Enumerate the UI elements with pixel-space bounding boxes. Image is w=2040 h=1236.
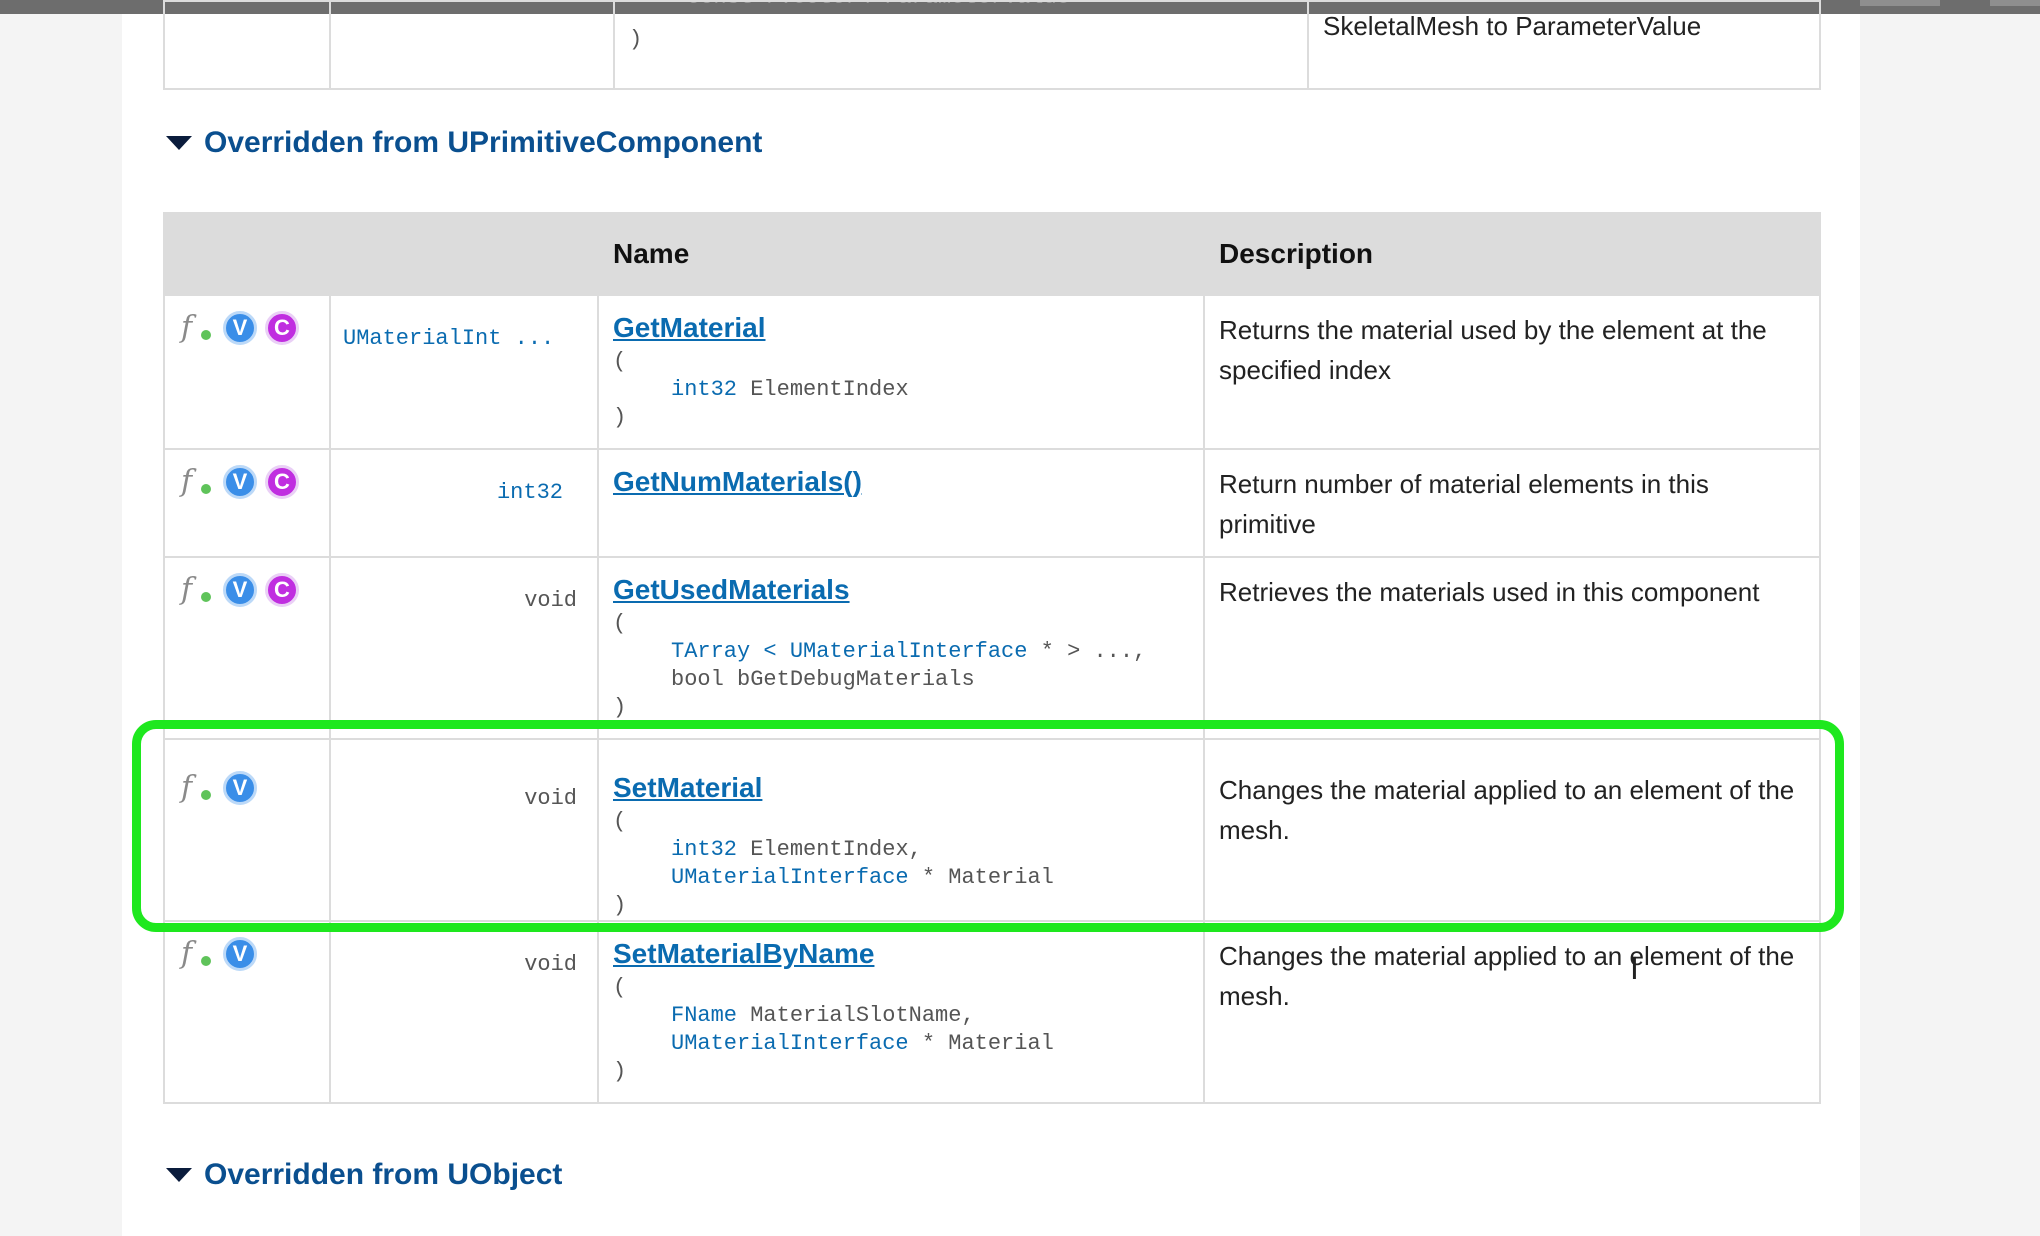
function-link-getusedmaterials[interactable]: GetUsedMaterials [613,574,1193,606]
param-line: TArray < UMaterialInterface * > ..., [671,639,1147,664]
virtual-icon: V [223,573,257,607]
return-type: UMaterialInt ... [329,294,599,450]
icon-cell: f V [163,920,331,1104]
return-type: void [329,556,599,740]
table-row: f V void SetMaterialByName ( FName Mater… [163,920,1821,1104]
table-row: f V C int32 GetNumMaterials() Return num… [163,448,1821,558]
const-icon: C [265,573,299,607]
const-icon: C [265,465,299,499]
top-bar-tab [1990,0,2040,6]
highlight-box [132,720,1844,932]
table-row: f V C void GetUsedMaterials ( TArray < U… [163,556,1821,740]
close-paren: ) [613,695,627,720]
section-title: Overridden from UPrimitiveComponent [204,126,763,159]
previous-functions-table: const FVector4 ParameterValue ) Skeletal… [163,0,1821,90]
return-type: void [329,920,599,1104]
close-paren: ) [613,405,627,430]
function-icon: f [181,310,215,346]
param-line: FName MaterialSlotName, [671,1003,975,1028]
return-type: int32 [329,448,599,558]
section-title: Overridden from UObject [204,1158,563,1191]
text-cursor-icon: I [1630,952,1639,987]
icon-cell: f V C [163,448,331,558]
virtual-icon: V [223,465,257,499]
function-link-getmaterial[interactable]: GetMaterial [613,312,1193,344]
close-paren: ) [629,27,643,52]
table-header-row: Name Description [163,212,1821,296]
description: Retrieves the materials used in this com… [1203,556,1821,740]
open-paren: ( [613,611,627,636]
virtual-icon: V [223,937,257,971]
icon-cell: f V C [163,294,331,450]
name-cell: const FVector4 ParameterValue ) [613,0,1309,90]
close-paren: ) [613,1059,627,1084]
top-bar-tab [1860,0,1940,6]
function-icon: f [181,936,215,972]
header-description: Description [1203,212,1821,296]
partial-code-line: const FVector4 ParameterValue [687,3,1070,12]
description: Changes the material applied to an eleme… [1203,920,1821,1104]
const-icon: C [265,311,299,345]
function-icon: f [181,464,215,500]
function-link-getnummaterials[interactable]: GetNumMaterials() [613,466,1193,498]
name-cell: GetMaterial ( int32 ElementIndex ) [597,294,1205,450]
param-line: bool bGetDebugMaterials [671,667,975,692]
description: Returns the material used by the element… [1203,294,1821,450]
name-cell: GetNumMaterials() [597,448,1205,558]
param-line: int32 ElementIndex [671,377,909,402]
description-cell: SkeletalMesh to ParameterValue [1307,0,1821,90]
section-header-uobject[interactable]: Overridden from UObject [166,1158,562,1192]
icon-cell [163,0,331,90]
virtual-icon: V [223,311,257,345]
header-icon-col [163,212,331,296]
return-type-cell [329,0,615,90]
section-header-uprimitivecomponent[interactable]: Overridden from UPrimitiveComponent [166,126,762,160]
icon-cell: f V C [163,556,331,740]
name-cell: GetUsedMaterials ( TArray < UMaterialInt… [597,556,1205,740]
open-paren: ( [613,975,627,1000]
name-cell: SetMaterialByName ( FName MaterialSlotNa… [597,920,1205,1104]
table-row: f V C UMaterialInt ... GetMaterial ( int… [163,294,1821,450]
header-return-col [329,212,599,296]
open-paren: ( [613,349,627,374]
function-icon: f [181,572,215,608]
param-line: UMaterialInterface * Material [671,1031,1054,1056]
function-link-setmaterialbyname[interactable]: SetMaterialByName [613,938,1193,970]
overridden-functions-table: Name Description f V C UMaterialInt ... … [163,212,1821,1104]
description: Return number of material elements in th… [1203,448,1821,558]
collapse-triangle-icon[interactable] [166,1168,192,1182]
collapse-triangle-icon[interactable] [166,136,192,150]
header-name: Name [597,212,1205,296]
